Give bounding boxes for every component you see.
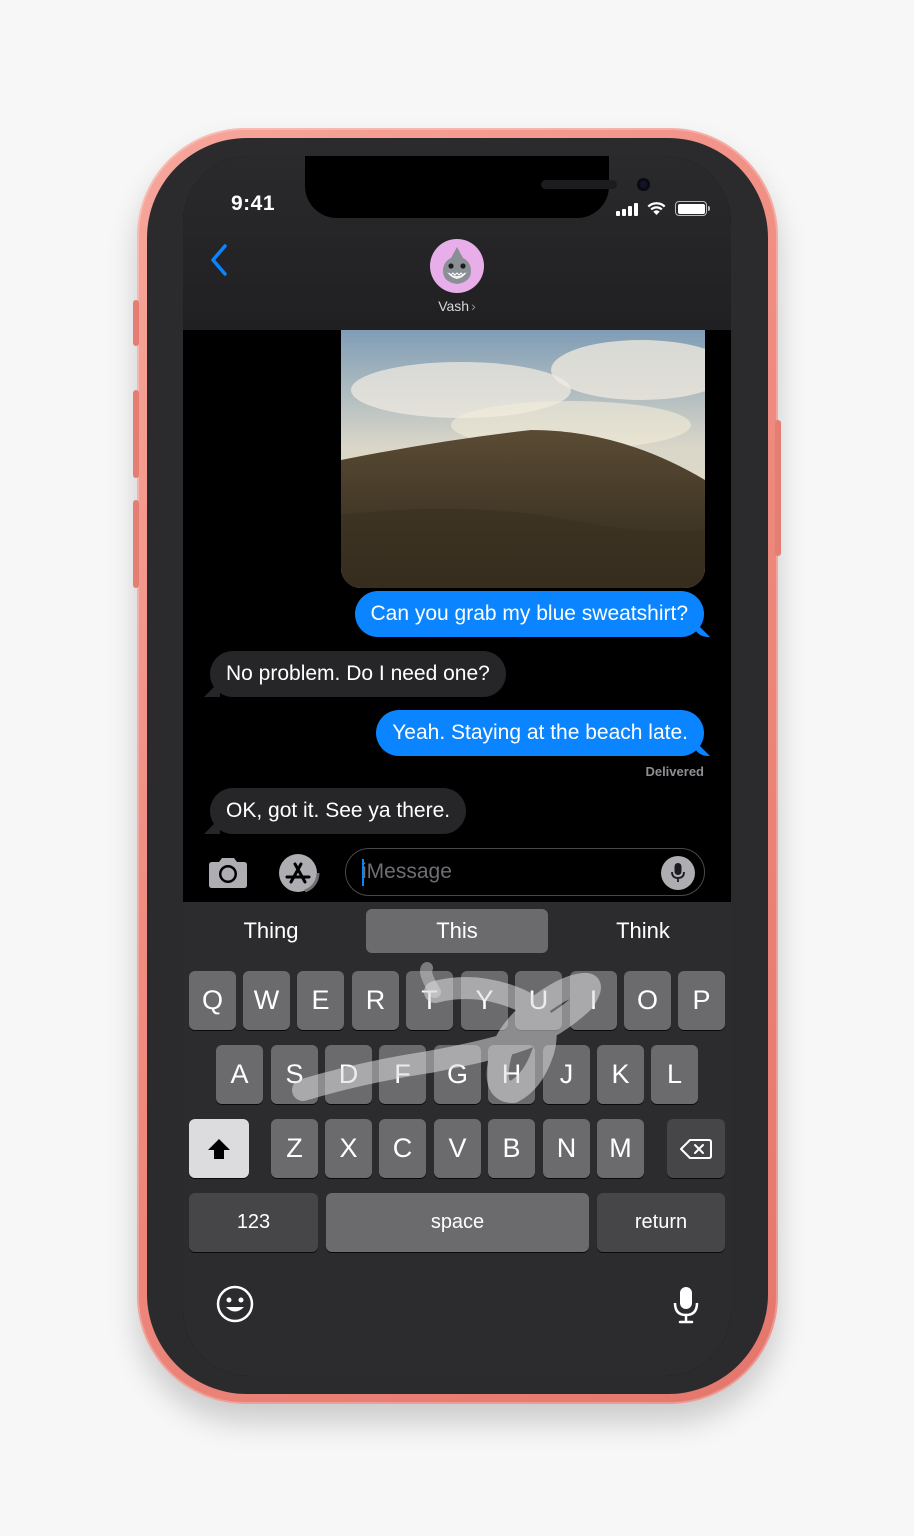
predictive-text-bar: Thing This Think xyxy=(183,902,731,958)
message-bubble-received[interactable]: No problem. Do I need one? xyxy=(210,651,506,697)
delivered-status: Delivered xyxy=(645,764,704,779)
cellular-signal-icon xyxy=(616,203,638,216)
battery-icon xyxy=(675,201,710,216)
shark-memoji-icon xyxy=(443,247,471,284)
key-b[interactable]: B xyxy=(488,1119,535,1178)
volume-up-button xyxy=(133,390,139,478)
camera-button[interactable] xyxy=(205,853,251,893)
microphone-icon xyxy=(673,1287,699,1324)
prediction-suggestion[interactable]: Thing xyxy=(189,909,353,953)
contact-name: Vash xyxy=(438,298,470,314)
key-v[interactable]: V xyxy=(434,1119,481,1178)
key-q[interactable]: Q xyxy=(189,971,236,1030)
key-n[interactable]: N xyxy=(543,1119,590,1178)
app-store-button[interactable] xyxy=(275,853,323,893)
key-r[interactable]: R xyxy=(352,971,399,1030)
earpiece-speaker xyxy=(541,180,617,189)
key-g[interactable]: G xyxy=(434,1045,481,1104)
phone-screen: 9:41 Vash › Can you grab my blue sweatsh… xyxy=(183,156,731,1376)
key-c[interactable]: C xyxy=(379,1119,426,1178)
status-time: 9:41 xyxy=(231,192,276,215)
key-w[interactable]: W xyxy=(243,971,290,1030)
key-i[interactable]: I xyxy=(570,971,617,1030)
mute-switch xyxy=(133,300,139,346)
backspace-icon xyxy=(680,1138,712,1159)
delete-key[interactable] xyxy=(667,1119,725,1178)
keyboard: Thing This Think Q W E R T Y U I O P A S… xyxy=(183,902,731,1376)
numbers-key[interactable]: 123 xyxy=(189,1193,318,1252)
volume-down-button xyxy=(133,500,139,588)
front-camera xyxy=(637,178,650,191)
dictation-button[interactable] xyxy=(661,856,695,890)
key-o[interactable]: O xyxy=(624,971,671,1030)
microphone-icon xyxy=(671,863,685,882)
contact-name-button[interactable]: Vash › xyxy=(183,298,731,314)
key-a[interactable]: A xyxy=(216,1045,263,1104)
key-z[interactable]: Z xyxy=(271,1119,318,1178)
key-l[interactable]: L xyxy=(651,1045,698,1104)
key-f[interactable]: F xyxy=(379,1045,426,1104)
chevron-right-icon: › xyxy=(471,298,476,314)
key-e[interactable]: E xyxy=(297,971,344,1030)
status-icons xyxy=(616,198,710,216)
message-bubble-sent[interactable]: Yeah. Staying at the beach late. xyxy=(376,710,704,756)
key-p[interactable]: P xyxy=(678,971,725,1030)
key-k[interactable]: K xyxy=(597,1045,644,1104)
key-t[interactable]: T xyxy=(406,971,453,1030)
shift-arrow-icon xyxy=(208,1138,230,1159)
prediction-suggestion[interactable]: Think xyxy=(561,909,725,953)
shift-key[interactable] xyxy=(189,1119,249,1178)
emoji-smiley-icon xyxy=(216,1285,254,1323)
camera-icon xyxy=(209,858,247,888)
key-m[interactable]: M xyxy=(597,1119,644,1178)
keyboard-dictation-button[interactable] xyxy=(669,1284,703,1326)
wifi-icon xyxy=(647,202,666,215)
key-x[interactable]: X xyxy=(325,1119,372,1178)
contact-avatar[interactable] xyxy=(430,239,484,293)
chevron-left-icon xyxy=(211,244,227,276)
key-y[interactable]: Y xyxy=(461,971,508,1030)
photo-attachment[interactable] xyxy=(341,330,705,588)
message-bubble-sent[interactable]: Can you grab my blue sweatshirt? xyxy=(354,591,704,637)
app-store-icon xyxy=(279,854,320,893)
conversation-header: 9:41 Vash › xyxy=(183,156,731,330)
back-button[interactable] xyxy=(205,240,235,280)
key-j[interactable]: J xyxy=(543,1045,590,1104)
key-d[interactable]: D xyxy=(325,1045,372,1104)
return-key[interactable]: return xyxy=(597,1193,725,1252)
message-bubble-received[interactable]: OK, got it. See ya there. xyxy=(210,788,467,834)
key-s[interactable]: S xyxy=(271,1045,318,1104)
prediction-suggestion-selected[interactable]: This xyxy=(366,909,548,953)
key-u[interactable]: U xyxy=(515,971,562,1030)
text-cursor xyxy=(362,859,364,886)
key-h[interactable]: H xyxy=(488,1045,535,1104)
imessage-input[interactable] xyxy=(345,848,705,896)
side-button xyxy=(775,420,781,556)
space-key[interactable]: space xyxy=(326,1193,589,1252)
emoji-button[interactable] xyxy=(215,1284,255,1324)
hill-landscape-image xyxy=(341,330,705,588)
notch xyxy=(305,156,650,218)
